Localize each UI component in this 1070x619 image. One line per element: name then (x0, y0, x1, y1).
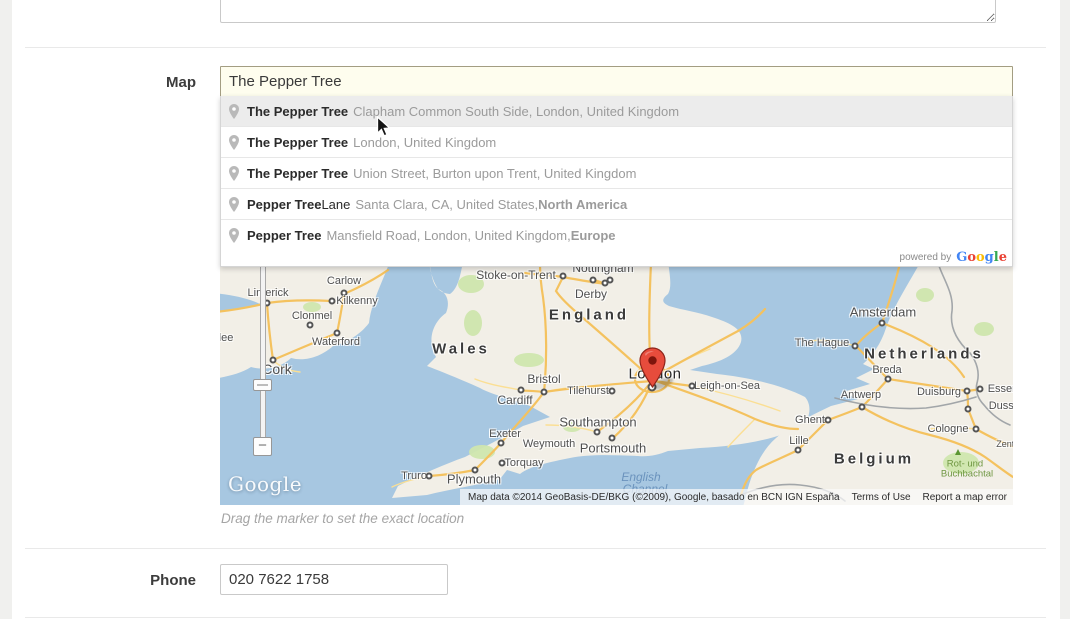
address-textarea[interactable]: United Kingdom (220, 0, 996, 23)
map-base-art (220, 267, 1013, 505)
suggestion-main: The Pepper Tree (247, 166, 348, 181)
place-pin-icon (228, 134, 240, 151)
zoom-slider-track[interactable] (260, 267, 266, 445)
map-field-label: Map (12, 74, 196, 91)
place-pin-icon (228, 165, 240, 182)
map-search-input[interactable] (220, 66, 1013, 97)
suggestion-secondary: Mansfield Road, London, United Kingdom, (326, 228, 570, 243)
zoom-out-button[interactable]: − (253, 437, 272, 456)
zoom-slider-handle[interactable] (253, 379, 272, 391)
map-helper-text: Drag the marker to set the exact locatio… (221, 511, 464, 526)
attribution-text: Map data ©2014 GeoBasis-DE/BKG (©2009), … (468, 492, 840, 503)
suggestion-secondary: London, United Kingdom (353, 135, 496, 150)
google-logo-letter: g (985, 250, 994, 265)
google-logo-letter: o (967, 250, 976, 265)
place-pin-icon (228, 227, 240, 244)
map-attribution: Map data ©2014 GeoBasis-DE/BKG (©2009), … (460, 489, 1013, 505)
suggestion-secondary-bold: Europe (571, 228, 616, 243)
powered-by-google: powered by Google (900, 251, 1007, 264)
suggestion-secondary-bold: North America (538, 197, 627, 212)
suggestion-secondary: Clapham Common South Side, London, Unite… (353, 104, 679, 119)
location-marker[interactable] (639, 347, 666, 389)
google-watermark: Google (228, 472, 302, 496)
google-logo: Google (956, 251, 1007, 264)
report-map-error-link[interactable]: Report a map error (923, 492, 1007, 503)
suggestion-main: Pepper Tree (247, 228, 321, 243)
place-pin-icon (228, 196, 240, 213)
autocomplete-item[interactable]: Pepper Tree Mansfield Road, London, Unite… (221, 220, 1012, 251)
phone-field-label: Phone (12, 572, 196, 589)
autocomplete-item[interactable]: Pepper Tree Lane Santa Clara, CA, United … (221, 189, 1012, 220)
phone-input[interactable] (220, 564, 448, 595)
google-logo-letter: G (956, 250, 967, 265)
powered-by-text: powered by (900, 252, 952, 263)
section-divider (25, 617, 1046, 618)
section-divider (25, 47, 1046, 48)
suggestion-secondary: Union Street, Burton upon Trent, United … (353, 166, 636, 181)
autocomplete-list: The Pepper Tree Clapham Common South Side… (221, 96, 1012, 251)
map-canvas[interactable]: LimerickCarlowKilkennyClonmelWaterfordCo… (220, 267, 1013, 505)
suggestion-secondary: Santa Clara, CA, United States, (355, 197, 538, 212)
suggestion-main: The Pepper Tree (247, 104, 348, 119)
autocomplete-item[interactable]: The Pepper Tree London, United Kingdom (221, 127, 1012, 158)
autocomplete-dropdown: The Pepper Tree Clapham Common South Side… (220, 96, 1013, 267)
google-logo-letter: o (976, 250, 985, 265)
suggestion-main: Pepper Tree (247, 197, 321, 212)
suggestion-main: The Pepper Tree (247, 135, 348, 150)
google-logo-letter: e (999, 250, 1007, 265)
terms-of-use-link[interactable]: Terms of Use (852, 492, 911, 503)
suggestion-main-rest: Lane (321, 197, 350, 212)
place-pin-icon (228, 103, 240, 120)
autocomplete-item[interactable]: The Pepper Tree Union Street, Burton upon… (221, 158, 1012, 189)
section-divider (25, 548, 1046, 549)
autocomplete-item[interactable]: The Pepper Tree Clapham Common South Side… (221, 96, 1012, 127)
